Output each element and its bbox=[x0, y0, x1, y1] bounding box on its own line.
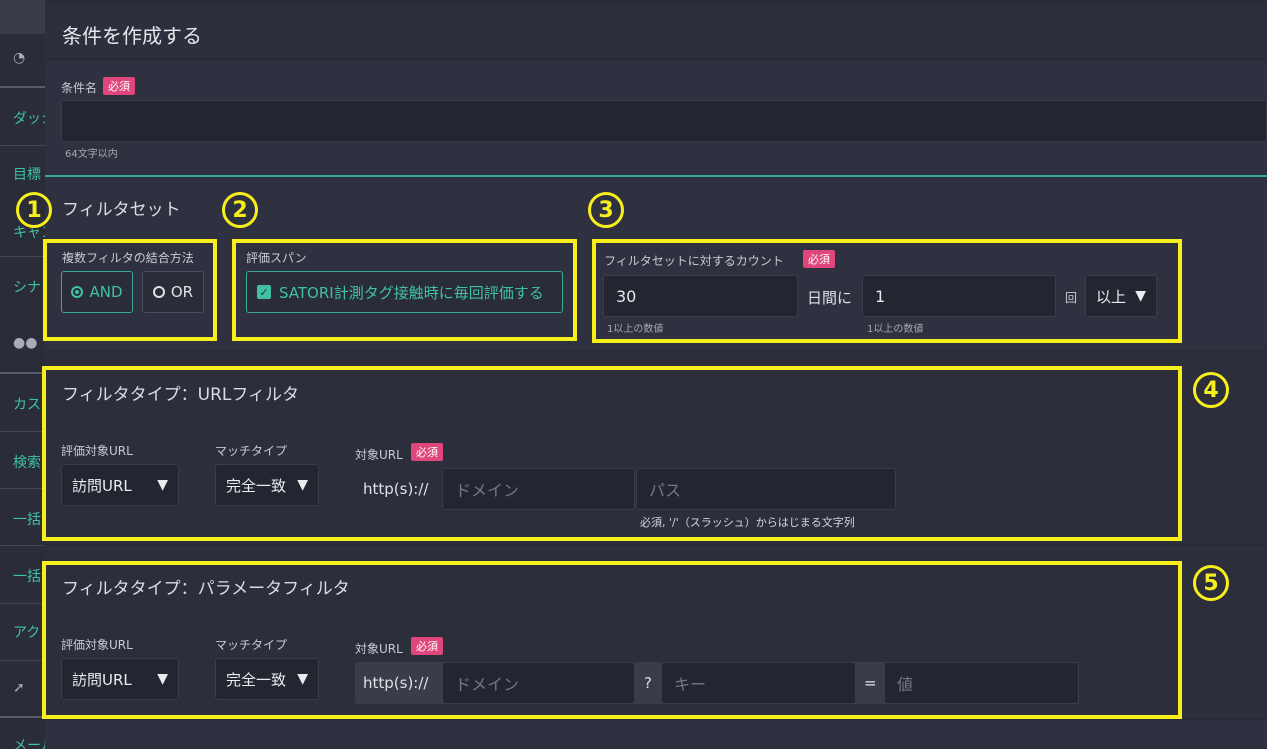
sidebar-item-dashboard[interactable]: ダッシュボード bbox=[0, 108, 45, 128]
annotation-box-4 bbox=[42, 366, 1182, 541]
sidebar-divider bbox=[0, 488, 45, 489]
sidebar-divider bbox=[0, 86, 45, 88]
users-icon: ●● bbox=[13, 335, 38, 351]
sidebar-item-customer[interactable]: カスタマー bbox=[0, 394, 45, 414]
annotation-box-1 bbox=[43, 239, 217, 341]
sidebar-item-search[interactable]: 検索 bbox=[0, 452, 45, 472]
sidebar-divider bbox=[0, 716, 45, 718]
sidebar-item-bulk-1[interactable]: 一括 bbox=[0, 509, 45, 529]
sidebar-divider bbox=[0, 372, 45, 374]
sidebar-item-bulk-2[interactable]: 一括 bbox=[0, 566, 45, 586]
app-sidebar: ◔ ダッシュボード 目標 キャンペーン シナリオ ●● カスタマー 検索 一括 … bbox=[0, 0, 45, 749]
annotation-box-3 bbox=[592, 239, 1182, 343]
section-divider bbox=[45, 175, 1267, 177]
sidebar-item-mail[interactable]: メール bbox=[0, 735, 45, 749]
condition-name-input[interactable] bbox=[61, 100, 1267, 142]
filterset-title: フィルタセット bbox=[62, 200, 181, 220]
condition-name-label: 条件名 bbox=[61, 81, 98, 95]
sidebar-divider bbox=[0, 256, 45, 257]
sidebar-divider bbox=[0, 545, 45, 546]
sidebar-divider bbox=[0, 660, 45, 661]
annotation-box-2 bbox=[232, 239, 577, 341]
condition-name-hint: 64文字以内 bbox=[65, 149, 118, 160]
required-badge: 必須 bbox=[103, 77, 135, 95]
annotation-box-5 bbox=[42, 561, 1182, 719]
annotation-marker-2: 2 bbox=[222, 192, 258, 228]
rocket-icon: ➚ bbox=[13, 680, 25, 696]
sidebar-divider bbox=[0, 145, 45, 146]
sidebar-item-scenario[interactable]: シナリオ bbox=[0, 277, 45, 297]
section-divider bbox=[45, 719, 1267, 720]
annotation-marker-5: 5 bbox=[1193, 565, 1229, 601]
dashboard-icon: ◔ bbox=[13, 50, 26, 66]
sidebar-item-goal[interactable]: 目標 bbox=[0, 164, 45, 184]
annotation-marker-1: 1 bbox=[16, 192, 52, 228]
annotation-marker-4: 4 bbox=[1193, 372, 1229, 408]
modal-title: 条件を作成する bbox=[62, 24, 202, 48]
sidebar-divider bbox=[0, 431, 45, 432]
annotation-marker-3: 3 bbox=[588, 192, 624, 228]
sidebar-divider bbox=[0, 603, 45, 604]
sidebar-item-action[interactable]: アクション bbox=[0, 622, 45, 642]
modal-header: 条件を作成する bbox=[45, 6, 1267, 60]
app-logo-area bbox=[0, 0, 45, 34]
